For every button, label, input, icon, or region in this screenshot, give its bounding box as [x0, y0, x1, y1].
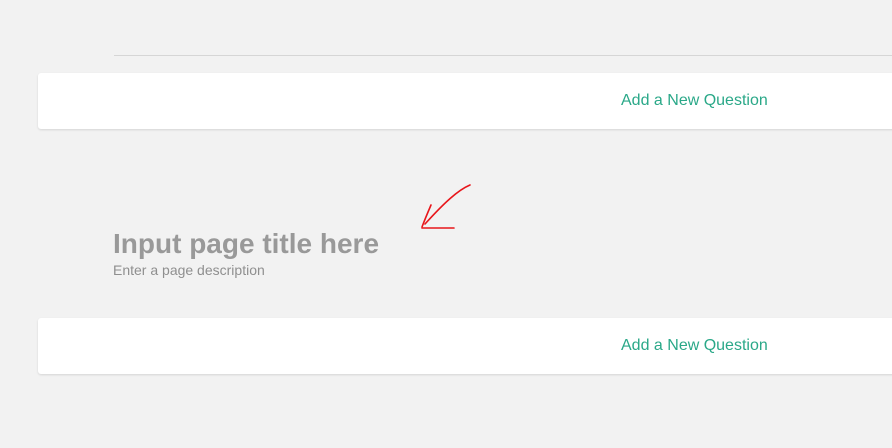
add-new-question-button-bottom[interactable]: Add a New Question: [621, 337, 768, 355]
section-divider: [114, 55, 892, 56]
add-question-bar-bottom: Add a New Question: [38, 318, 892, 374]
add-new-question-button-top[interactable]: Add a New Question: [621, 92, 768, 110]
page-title-input[interactable]: [113, 226, 453, 262]
page-description-input[interactable]: [113, 261, 413, 279]
add-question-bar-top: Add a New Question: [38, 73, 892, 129]
